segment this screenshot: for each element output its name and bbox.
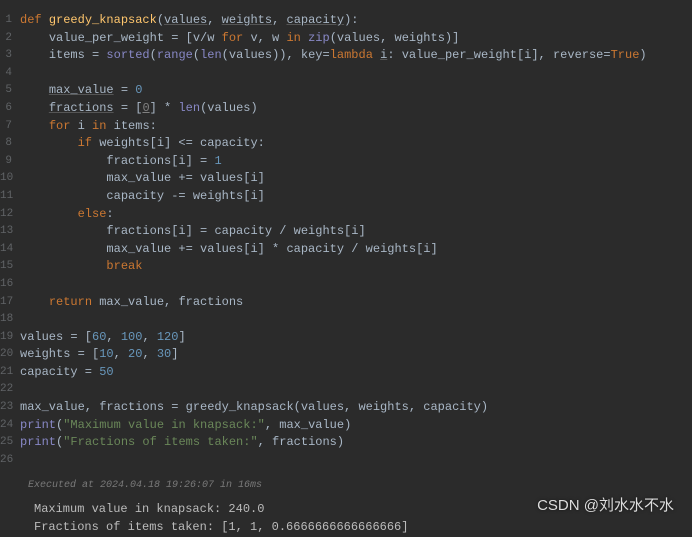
code-line[interactable]: 6 fractions = [0] * len(values) <box>0 100 692 118</box>
code-content[interactable]: print("Maximum value in knapsack:", max_… <box>20 417 692 435</box>
code-line[interactable]: 21capacity = 50 <box>0 364 692 382</box>
code-line[interactable]: 23max_value, fractions = greedy_knapsack… <box>0 399 692 417</box>
line-number: 9 <box>0 153 20 171</box>
line-number: 18 <box>0 311 20 329</box>
line-number: 5 <box>0 82 20 100</box>
line-number: 1 <box>0 12 20 30</box>
line-number: 12 <box>0 206 20 224</box>
code-line[interactable]: 25print("Fractions of items taken:", fra… <box>0 434 692 452</box>
code-line[interactable]: 14 max_value += values[i] * capacity / w… <box>0 241 692 259</box>
code-content[interactable] <box>20 311 692 329</box>
code-line[interactable]: 15 break <box>0 258 692 276</box>
code-line[interactable]: 2 value_per_weight = [v/w for v, w in zi… <box>0 30 692 48</box>
code-line[interactable]: 8 if weights[i] <= capacity: <box>0 135 692 153</box>
line-number: 23 <box>0 399 20 417</box>
code-content[interactable]: max_value = 0 <box>20 82 692 100</box>
line-number: 14 <box>0 241 20 259</box>
code-content[interactable]: else: <box>20 206 692 224</box>
line-number: 20 <box>0 346 20 364</box>
code-content[interactable]: max_value += values[i] * capacity / weig… <box>20 241 692 259</box>
line-number: 7 <box>0 118 20 136</box>
line-number: 6 <box>0 100 20 118</box>
watermark: CSDN @刘水水不水 <box>537 497 674 515</box>
line-number: 10 <box>0 170 20 188</box>
line-number: 13 <box>0 223 20 241</box>
code-content[interactable]: items = sorted(range(len(values)), key=l… <box>20 47 692 65</box>
code-content[interactable]: return max_value, fractions <box>20 294 692 312</box>
code-content[interactable]: value_per_weight = [v/w for v, w in zip(… <box>20 30 692 48</box>
code-content[interactable]: max_value += values[i] <box>20 170 692 188</box>
code-content[interactable]: print("Fractions of items taken:", fract… <box>20 434 692 452</box>
code-line[interactable]: 19values = [60, 100, 120] <box>0 329 692 347</box>
code-line[interactable]: 26 <box>0 452 692 470</box>
line-number: 16 <box>0 276 20 294</box>
code-line[interactable]: 3 items = sorted(range(len(values)), key… <box>0 47 692 65</box>
code-line[interactable]: 5 max_value = 0 <box>0 82 692 100</box>
code-content[interactable]: fractions = [0] * len(values) <box>20 100 692 118</box>
code-content[interactable]: if weights[i] <= capacity: <box>20 135 692 153</box>
code-content[interactable]: def greedy_knapsack(values, weights, cap… <box>20 12 692 30</box>
code-line[interactable]: 16 <box>0 276 692 294</box>
code-content[interactable]: for i in items: <box>20 118 692 136</box>
code-editor[interactable]: 1def greedy_knapsack(values, weights, ca… <box>0 0 692 469</box>
code-line[interactable]: 24print("Maximum value in knapsack:", ma… <box>0 417 692 435</box>
line-number: 26 <box>0 452 20 470</box>
code-content[interactable]: fractions[i] = 1 <box>20 153 692 171</box>
code-content[interactable]: capacity = 50 <box>20 364 692 382</box>
code-line[interactable]: 7 for i in items: <box>0 118 692 136</box>
code-line[interactable]: 12 else: <box>0 206 692 224</box>
line-number: 25 <box>0 434 20 452</box>
code-line[interactable]: 18 <box>0 311 692 329</box>
code-content[interactable] <box>20 452 692 470</box>
line-number: 15 <box>0 258 20 276</box>
line-number: 3 <box>0 47 20 65</box>
code-content[interactable]: max_value, fractions = greedy_knapsack(v… <box>20 399 692 417</box>
line-number: 21 <box>0 364 20 382</box>
code-content[interactable]: weights = [10, 20, 30] <box>20 346 692 364</box>
output-line: Fractions of items taken: [1, 1, 0.66666… <box>34 519 692 537</box>
code-content[interactable] <box>20 276 692 294</box>
code-line[interactable]: 10 max_value += values[i] <box>0 170 692 188</box>
line-number: 2 <box>0 30 20 48</box>
line-number: 17 <box>0 294 20 312</box>
code-line[interactable]: 20weights = [10, 20, 30] <box>0 346 692 364</box>
code-line[interactable]: 13 fractions[i] = capacity / weights[i] <box>0 223 692 241</box>
code-line[interactable]: 4 <box>0 65 692 83</box>
line-number: 19 <box>0 329 20 347</box>
code-content[interactable]: capacity -= weights[i] <box>20 188 692 206</box>
line-number: 22 <box>0 381 20 399</box>
line-number: 11 <box>0 188 20 206</box>
code-line[interactable]: 9 fractions[i] = 1 <box>0 153 692 171</box>
code-content[interactable]: break <box>20 258 692 276</box>
code-line[interactable]: 11 capacity -= weights[i] <box>0 188 692 206</box>
code-content[interactable] <box>20 381 692 399</box>
line-number: 8 <box>0 135 20 153</box>
code-line[interactable]: 17 return max_value, fractions <box>0 294 692 312</box>
code-content[interactable]: fractions[i] = capacity / weights[i] <box>20 223 692 241</box>
code-line[interactable]: 22 <box>0 381 692 399</box>
code-line[interactable]: 1def greedy_knapsack(values, weights, ca… <box>0 12 692 30</box>
line-number: 4 <box>0 65 20 83</box>
code-content[interactable]: values = [60, 100, 120] <box>20 329 692 347</box>
line-number: 24 <box>0 417 20 435</box>
code-content[interactable] <box>20 65 692 83</box>
